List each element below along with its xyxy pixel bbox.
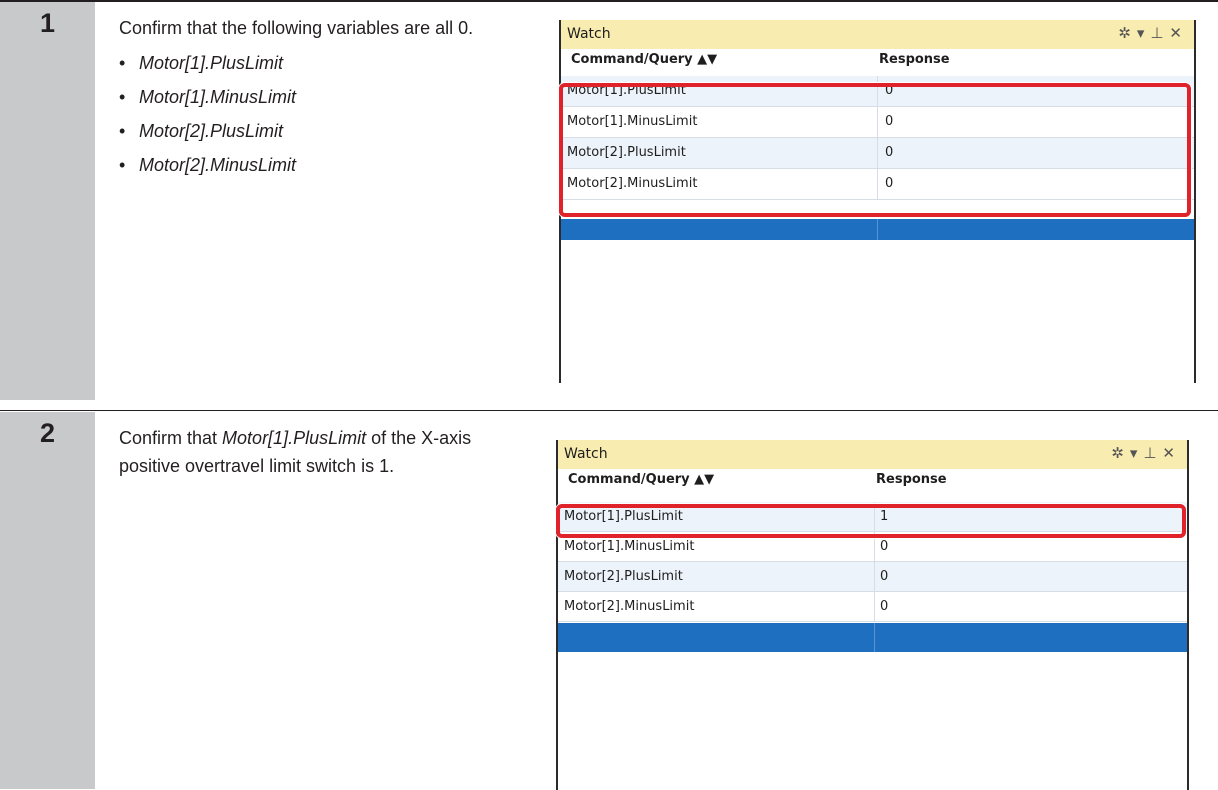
response-header[interactable]: Response <box>879 52 950 67</box>
selected-empty-row[interactable] <box>558 623 1187 652</box>
step-number-column: 1 <box>0 2 95 400</box>
step-2: 2 Confirm that Motor[1].PlusLimit of the… <box>0 410 1218 790</box>
command-query-header[interactable]: Command/Query ▲▼ <box>571 52 717 67</box>
column-header-row: Command/Query ▲▼ Response <box>558 469 1187 491</box>
watch-title-bar: Watch ✲▾⊥✕ <box>558 440 1187 469</box>
step-text: Confirm that Motor[1].PlusLimit of the X… <box>119 428 472 476</box>
gear-icon[interactable]: ✲ <box>1111 444 1130 462</box>
watch-title: Watch <box>567 26 611 42</box>
command-query-header[interactable]: Command/Query ▲▼ <box>568 472 714 487</box>
selected-empty-row[interactable] <box>561 219 1194 240</box>
watch-title: Watch <box>564 446 608 462</box>
step-divider <box>0 0 1218 2</box>
watch-window: Watch ✲▾⊥✕ Command/Query ▲▼ Response Mot… <box>556 440 1189 790</box>
step-text: Confirm that the following variables are… <box>119 18 474 38</box>
step-1: 1 Confirm that the following variables a… <box>0 0 1218 400</box>
list-item: • Motor[2].PlusLimit <box>119 121 284 141</box>
list-item: • Motor[2].MinusLimit <box>119 155 297 175</box>
dropdown-arrow-icon[interactable]: ▾ <box>1137 24 1151 42</box>
step-number: 2 <box>39 418 56 448</box>
highlight-box <box>559 83 1191 217</box>
pin-icon[interactable]: ⊥ <box>1143 444 1162 462</box>
step-instructions: Confirm that Motor[1].PlusLimit of the X… <box>119 424 529 480</box>
table-row[interactable]: Motor[2].MinusLimit 0 <box>558 592 1187 622</box>
step-number: 1 <box>39 8 56 38</box>
list-item: • Motor[1].PlusLimit <box>119 53 284 73</box>
highlight-box <box>556 504 1186 538</box>
pin-icon[interactable]: ⊥ <box>1150 24 1169 42</box>
watch-title-bar: Watch ✲▾⊥✕ <box>561 20 1194 49</box>
close-icon[interactable]: ✕ <box>1169 24 1188 42</box>
column-header-row: Command/Query ▲▼ Response <box>561 49 1194 71</box>
watch-window: Watch ✲▾⊥✕ Command/Query ▲▼ Response Mot… <box>559 20 1196 383</box>
step-number-column: 2 <box>0 412 95 789</box>
response-header[interactable]: Response <box>876 472 947 487</box>
step-divider <box>0 410 1218 411</box>
list-item: • Motor[1].MinusLimit <box>119 87 297 107</box>
variable-list: • Motor[1].PlusLimit • Motor[1].MinusLimit… <box>119 46 539 182</box>
dropdown-arrow-icon[interactable]: ▾ <box>1130 444 1144 462</box>
close-icon[interactable]: ✕ <box>1162 444 1181 462</box>
step-instructions: Confirm that the following variables are… <box>119 14 539 182</box>
table-row[interactable]: Motor[2].PlusLimit 0 <box>558 562 1187 592</box>
gear-icon[interactable]: ✲ <box>1118 24 1137 42</box>
